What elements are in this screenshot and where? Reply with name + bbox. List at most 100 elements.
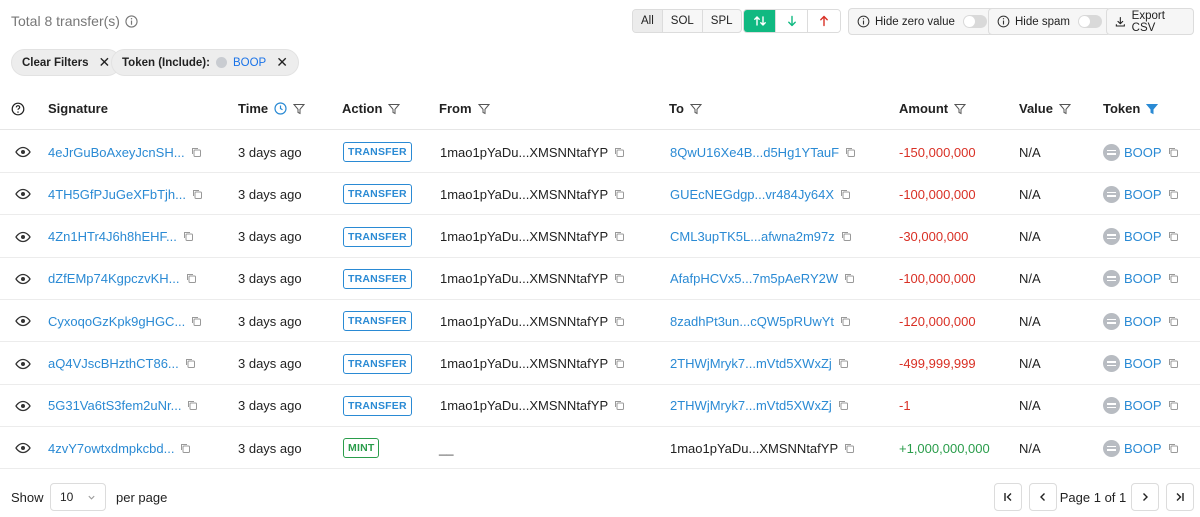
to-address[interactable]: 2THWjMryk7...mVtd5XWxZj <box>670 398 832 413</box>
table-row[interactable]: aQ4VJscBHzthCT86... 3 days ago TRANSFER 1ma… <box>0 343 1200 385</box>
table-row[interactable]: dZfEMp74KgpczvKH... 3 days ago TRANSFER 1ma… <box>0 258 1200 300</box>
to-address[interactable]: 2THWjMryk7...mVtd5XWxZj <box>670 356 832 371</box>
filter-icon[interactable] <box>1058 103 1071 115</box>
close-icon[interactable]: ✕ <box>98 54 110 71</box>
hide-spam-toggle[interactable]: Hide spam <box>988 8 1111 35</box>
signature-link[interactable]: 4eJrGuBoAxeyJcnSH... <box>48 145 185 160</box>
copy-icon[interactable] <box>191 316 202 327</box>
signature-link[interactable]: 4Zn1HTr4J6h8hEHF... <box>48 229 177 244</box>
eye-icon[interactable] <box>15 144 31 160</box>
from-address[interactable]: 1mao1pYaDu...XMSNNtafYP <box>440 229 608 244</box>
to-address[interactable]: GUEcNEGdgp...vr484Jy64X <box>670 187 834 202</box>
help-icon[interactable] <box>11 102 25 116</box>
copy-icon[interactable] <box>840 316 851 327</box>
table-row[interactable]: CyxoqoGzKpk9gHGC... 3 days ago TRANSFER 1ma… <box>0 300 1200 343</box>
to-address[interactable]: CML3upTK5L...afwna2m97z <box>670 229 835 244</box>
copy-icon[interactable] <box>844 273 855 284</box>
from-address[interactable]: 1mao1pYaDu...XMSNNtafYP <box>440 145 608 160</box>
from-address[interactable]: 1mao1pYaDu...XMSNNtafYP <box>440 356 608 371</box>
page-size-select[interactable]: 10 <box>50 483 106 511</box>
token-link[interactable]: BOOP <box>1124 187 1162 202</box>
copy-icon[interactable] <box>1168 189 1179 200</box>
info-icon[interactable] <box>125 14 138 28</box>
copy-icon[interactable] <box>614 231 625 242</box>
filter-icon[interactable] <box>293 103 306 115</box>
copy-icon[interactable] <box>192 189 203 200</box>
copy-icon[interactable] <box>1168 316 1179 327</box>
eye-icon[interactable] <box>15 398 31 414</box>
token-link[interactable]: BOOP <box>1124 229 1162 244</box>
from-address[interactable]: 1mao1pYaDu...XMSNNtafYP <box>440 187 608 202</box>
to-address[interactable]: AfafpHCVx5...7m5pAeRY2W <box>670 271 838 286</box>
copy-icon[interactable] <box>838 358 849 369</box>
hide-spam-switch[interactable] <box>1077 15 1102 28</box>
copy-icon[interactable] <box>185 358 196 369</box>
to-address[interactable]: 8zadhPt3un...cQW5pRUwYt <box>670 314 834 329</box>
signature-link[interactable]: 4TH5GfPJuGeXFbTjh... <box>48 187 186 202</box>
copy-icon[interactable] <box>838 400 849 411</box>
signature-link[interactable]: 4zvY7owtxdmpkcbd... <box>48 441 174 456</box>
copy-icon[interactable] <box>1168 147 1179 158</box>
copy-icon[interactable] <box>614 273 625 284</box>
filter-icon[interactable] <box>689 103 702 115</box>
export-csv-button[interactable]: Export CSV <box>1106 8 1194 35</box>
previous-page-button[interactable] <box>1029 483 1057 511</box>
hide-zero-toggle[interactable]: Hide zero value <box>848 8 996 35</box>
copy-icon[interactable] <box>844 443 855 454</box>
copy-icon[interactable] <box>614 358 625 369</box>
copy-icon[interactable] <box>614 189 625 200</box>
copy-icon[interactable] <box>845 147 856 158</box>
token-link[interactable]: BOOP <box>1124 356 1162 371</box>
token-link[interactable]: BOOP <box>1124 441 1162 456</box>
eye-icon[interactable] <box>15 356 31 372</box>
type-filter-sol[interactable]: SOL <box>663 10 703 32</box>
from-address[interactable]: 1mao1pYaDu...XMSNNtafYP <box>440 314 608 329</box>
signature-link[interactable]: aQ4VJscBHzthCT86... <box>48 356 179 371</box>
eye-icon[interactable] <box>15 313 31 329</box>
to-address[interactable]: 8QwU16Xe4B...d5Hg1YTauF <box>670 145 839 160</box>
token-link[interactable]: BOOP <box>1124 398 1162 413</box>
copy-icon[interactable] <box>840 189 851 200</box>
table-row[interactable]: 4zvY7owtxdmpkcbd... 3 days ago MINT __ 1mao1… <box>0 427 1200 470</box>
signature-link[interactable]: 5G31Va6tS3fem2uNr... <box>48 398 181 413</box>
token-filter-chip[interactable]: Token (Include): BOOP ✕ <box>111 49 299 76</box>
type-filter-all[interactable]: All <box>633 10 663 32</box>
copy-icon[interactable] <box>1168 273 1179 284</box>
last-page-button[interactable] <box>1166 483 1194 511</box>
type-filter-spl[interactable]: SPL <box>703 10 741 32</box>
copy-icon[interactable] <box>183 231 194 242</box>
copy-icon[interactable] <box>187 400 198 411</box>
direction-in-button[interactable] <box>776 10 808 32</box>
eye-icon[interactable] <box>15 186 31 202</box>
filter-icon[interactable] <box>388 103 401 115</box>
eye-icon[interactable] <box>15 440 31 456</box>
table-row[interactable]: 4Zn1HTr4J6h8hEHF... 3 days ago TRANSFER 1ma… <box>0 216 1200 258</box>
copy-icon[interactable] <box>614 316 625 327</box>
copy-icon[interactable] <box>1168 358 1179 369</box>
filter-icon[interactable] <box>477 103 490 115</box>
direction-both-button[interactable] <box>744 10 776 32</box>
copy-icon[interactable] <box>180 443 191 454</box>
filter-icon[interactable] <box>954 103 967 115</box>
token-link[interactable]: BOOP <box>1124 314 1162 329</box>
from-address[interactable]: 1mao1pYaDu...XMSNNtafYP <box>440 271 608 286</box>
token-link[interactable]: BOOP <box>1124 145 1162 160</box>
eye-icon[interactable] <box>15 229 31 245</box>
copy-icon[interactable] <box>186 273 197 284</box>
eye-icon[interactable] <box>15 271 31 287</box>
direction-out-button[interactable] <box>808 10 840 32</box>
copy-icon[interactable] <box>191 147 202 158</box>
token-link[interactable]: BOOP <box>1124 271 1162 286</box>
copy-icon[interactable] <box>614 147 625 158</box>
signature-link[interactable]: CyxoqoGzKpk9gHGC... <box>48 314 185 329</box>
signature-link[interactable]: dZfEMp74KgpczvKH... <box>48 271 180 286</box>
from-address[interactable]: 1mao1pYaDu...XMSNNtafYP <box>440 398 608 413</box>
clock-icon[interactable] <box>274 102 287 115</box>
hide-zero-switch[interactable] <box>962 15 987 28</box>
copy-icon[interactable] <box>614 400 625 411</box>
copy-icon[interactable] <box>1168 231 1179 242</box>
copy-icon[interactable] <box>1168 400 1179 411</box>
copy-icon[interactable] <box>841 231 852 242</box>
next-page-button[interactable] <box>1131 483 1159 511</box>
table-row[interactable]: 4TH5GfPJuGeXFbTjh... 3 days ago TRANSFER 1m… <box>0 173 1200 216</box>
